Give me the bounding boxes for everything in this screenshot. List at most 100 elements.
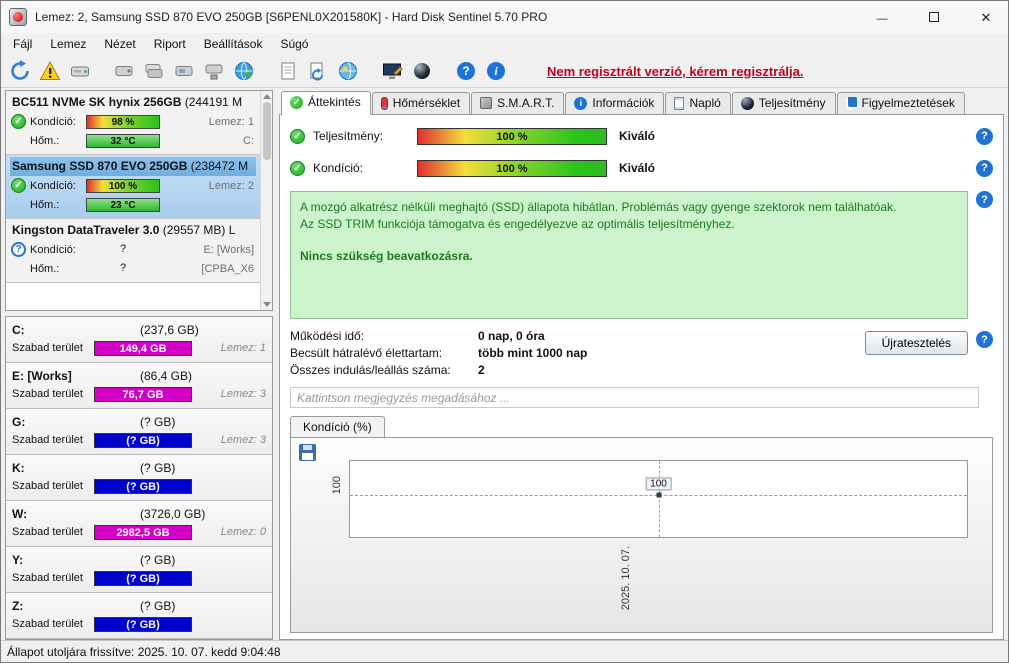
partition-size: (? GB) xyxy=(140,553,176,567)
stats-grid: Működési idő: 0 nap, 0 óra Becsült hátra… xyxy=(290,329,587,377)
partition-item-c[interactable]: C: (237,6 GB) Szabad terület 149,4 GB Le… xyxy=(6,317,272,363)
partition-size: (237,6 GB) xyxy=(140,323,199,337)
status-ok-icon xyxy=(11,178,26,193)
disk-temp-row: Hőm.: 32 °C C: xyxy=(10,131,256,150)
gauge-icon[interactable] xyxy=(409,58,435,84)
disk-network-icon[interactable] xyxy=(201,58,227,84)
tab-overview[interactable]: Áttekintés xyxy=(281,91,371,115)
condition-label: Kondíció: xyxy=(313,161,364,175)
tab-label: Információk xyxy=(592,96,655,110)
stat-value: több mint 1000 nap xyxy=(478,346,588,360)
help-icon[interactable] xyxy=(453,58,479,84)
data-point xyxy=(656,492,661,498)
disk-list-scrollbar[interactable] xyxy=(260,91,272,310)
sidebar: BC511 NVMe SK hynix 256GB (244191 M Kond… xyxy=(5,90,273,640)
report-icon[interactable] xyxy=(275,58,301,84)
tab-information[interactable]: Információk xyxy=(565,92,665,114)
status-ok-icon xyxy=(11,114,26,129)
stat-value: 2 xyxy=(478,363,485,377)
condition-help-icon[interactable] xyxy=(976,159,993,177)
free-space-bar: 2982,5 GB xyxy=(94,524,192,540)
tab-temperature[interactable]: Hőmérséklet xyxy=(371,92,471,114)
save-chart-icon[interactable] xyxy=(299,444,316,461)
disk-eject-icon[interactable] xyxy=(67,58,93,84)
scroll-up-icon[interactable] xyxy=(262,94,271,99)
register-link[interactable]: Nem regisztrált verzió, kérem regisztrál… xyxy=(547,64,804,79)
tab-label: Teljesítmény xyxy=(758,96,826,110)
web-icon[interactable] xyxy=(335,58,361,84)
tab-alerts[interactable]: Figyelmeztetések xyxy=(836,92,965,114)
retest-area: Újratesztelés xyxy=(864,329,993,377)
info-glyph xyxy=(487,62,505,80)
description-help-icon[interactable] xyxy=(976,191,993,208)
retest-button[interactable]: Újratesztelés xyxy=(864,331,968,355)
free-space-bar: (? GB) xyxy=(94,616,192,632)
main-area: Áttekintés Hőmérséklet S.M.A.R.T. Inform… xyxy=(279,90,1006,640)
thermometer-icon xyxy=(380,96,388,110)
disk-size: (29557 MB) L xyxy=(162,223,236,237)
info-icon[interactable] xyxy=(483,58,509,84)
report-refresh-icon[interactable] xyxy=(305,58,331,84)
disk-item-kingston[interactable]: Kingston DataTraveler 3.0 (29557 MB) L K… xyxy=(6,219,260,283)
monitor-edit-icon[interactable] xyxy=(379,58,405,84)
partition-item-e[interactable]: E: [Works] (86,4 GB) Szabad terület 76,7… xyxy=(6,363,272,409)
tab-smart[interactable]: S.M.A.R.T. xyxy=(471,92,565,114)
disk-list: BC511 NVMe SK hynix 256GB (244191 M Kond… xyxy=(5,90,273,311)
performance-help-icon[interactable] xyxy=(976,127,993,145)
menu-report[interactable]: Riport xyxy=(146,35,194,53)
retest-help-icon[interactable] xyxy=(976,331,993,348)
chart-tab-condition[interactable]: Kondíció (%) xyxy=(290,416,385,437)
partition-header: Z: (? GB) xyxy=(12,597,266,615)
scroll-down-icon[interactable] xyxy=(262,302,271,307)
menu-view[interactable]: Nézet xyxy=(96,35,143,53)
minimize-icon xyxy=(877,9,888,25)
partition-item-y[interactable]: Y: (? GB) Szabad terület (? GB) xyxy=(6,547,272,593)
menu-disk[interactable]: Lemez xyxy=(42,35,94,53)
stat-value: 0 nap, 0 óra xyxy=(478,329,545,343)
partition-detail: Szabad terület (? GB) xyxy=(12,569,266,587)
menu-file[interactable]: Fájl xyxy=(5,35,40,53)
app-icon xyxy=(9,8,27,26)
overview-panel: Teljesítmény: 100 % Kiváló Kondíció: 100… xyxy=(279,114,1004,640)
minimize-button[interactable] xyxy=(860,1,904,33)
partition-item-w[interactable]: W: (3726,0 GB) Szabad terület 2982,5 GB … xyxy=(6,501,272,547)
menu-settings[interactable]: Beállítások xyxy=(196,35,271,53)
temp-label: Hőm.: xyxy=(30,198,60,211)
partition-header: Y: (? GB) xyxy=(12,551,266,569)
description-section: A mozgó alkatrész nélküli meghajtó (SSD)… xyxy=(290,191,993,319)
comment-input[interactable] xyxy=(290,387,979,408)
drive-letter-label: E: [Works] xyxy=(203,243,254,256)
performance-bar: 100 % xyxy=(417,127,607,145)
health-description: A mozgó alkatrész nélküli meghajtó (SSD)… xyxy=(290,191,968,319)
disk-usb-icon[interactable] xyxy=(171,58,197,84)
scrollbar-thumb[interactable] xyxy=(262,102,271,160)
stat-label: Becsült hátralévő élettartam: xyxy=(290,346,443,360)
maximize-button[interactable] xyxy=(912,1,956,33)
partition-item-z[interactable]: Z: (? GB) Szabad terület (? GB) xyxy=(6,593,272,639)
partition-disk-label: Lemez: 3 xyxy=(220,388,266,400)
question-glyph xyxy=(457,62,475,80)
document-icon xyxy=(674,96,685,110)
tab-label: Figyelmeztetések xyxy=(861,96,955,110)
close-button[interactable] xyxy=(964,1,1008,33)
disk-item-samsung[interactable]: Samsung SSD 870 EVO 250GB (238472 M Kond… xyxy=(6,155,260,219)
tab-performance[interactable]: Teljesítmény xyxy=(731,92,836,114)
disk-scan-icon[interactable] xyxy=(111,58,137,84)
partition-header: G: (? GB) xyxy=(12,413,266,431)
disk-item-bc511[interactable]: BC511 NVMe SK hynix 256GB (244191 M Kond… xyxy=(6,91,260,155)
partition-item-k[interactable]: K: (? GB) Szabad terület (? GB) xyxy=(6,455,272,501)
refresh-icon[interactable] xyxy=(7,58,33,84)
partition-item-g[interactable]: G: (? GB) Szabad terület (? GB) Lemez: 3 xyxy=(6,409,272,455)
partition-size: (? GB) xyxy=(140,599,176,613)
tab-log[interactable]: Napló xyxy=(665,92,731,114)
tab-label: Áttekintés xyxy=(308,95,361,109)
volume-label: [CPBA_X6 xyxy=(201,262,254,275)
globe-icon[interactable] xyxy=(231,58,257,84)
gauge-icon xyxy=(740,96,754,110)
warning-icon[interactable] xyxy=(37,58,63,84)
disk-copy-icon[interactable] xyxy=(141,58,167,84)
menu-help[interactable]: Súgó xyxy=(272,35,316,53)
maximize-icon xyxy=(929,12,939,22)
drive-letter-label: C: xyxy=(243,134,254,147)
partition-list: C: (237,6 GB) Szabad terület 149,4 GB Le… xyxy=(5,316,273,640)
